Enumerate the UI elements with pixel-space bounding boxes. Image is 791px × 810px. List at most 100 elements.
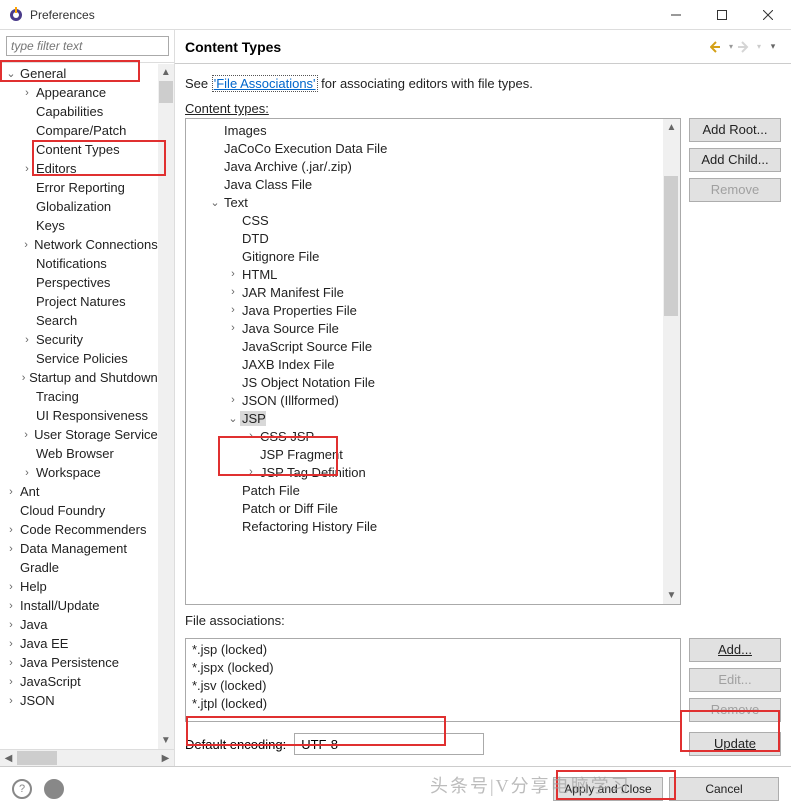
content-type-item[interactable]: Refactoring History File [186, 517, 663, 535]
content-types-tree[interactable]: ImagesJaCoCo Execution Data FileJava Arc… [186, 119, 663, 604]
sidebar-vscrollbar[interactable]: ▲ ▼ [158, 64, 174, 749]
tree-twisty-icon[interactable]: › [4, 581, 18, 593]
tree-twisty-icon[interactable]: › [20, 239, 32, 251]
tree-twisty-icon[interactable]: ⌄ [226, 412, 240, 425]
scroll-down-icon[interactable]: ▼ [663, 587, 680, 604]
content-type-item[interactable]: ›HTML [186, 265, 663, 283]
sidebar-item[interactable]: Error Reporting [0, 178, 158, 197]
tree-twisty-icon[interactable]: › [226, 286, 240, 298]
tree-twisty-icon[interactable]: › [20, 334, 34, 346]
sidebar-item[interactable]: ›Security [0, 330, 158, 349]
content-type-item[interactable]: CSS [186, 211, 663, 229]
scroll-up-icon[interactable]: ▲ [158, 64, 174, 81]
tree-twisty-icon[interactable]: ⌄ [208, 196, 222, 209]
tree-twisty-icon[interactable]: › [226, 268, 240, 280]
tree-twisty-icon[interactable]: › [20, 429, 32, 441]
content-type-item[interactable]: JAXB Index File [186, 355, 663, 373]
sidebar-item[interactable]: ›User Storage Service [0, 425, 158, 444]
tree-twisty-icon[interactable]: › [244, 466, 258, 478]
content-type-item[interactable]: Images [186, 121, 663, 139]
file-association-item[interactable]: *.jsv (locked) [192, 678, 674, 696]
tree-twisty-icon[interactable]: › [4, 695, 18, 707]
sidebar-item[interactable]: Service Policies [0, 349, 158, 368]
sidebar-item[interactable]: ›Network Connections [0, 235, 158, 254]
file-association-item[interactable]: *.jsp (locked) [192, 642, 674, 660]
preferences-tree[interactable]: ⌄General›AppearanceCapabilitiesCompare/P… [0, 64, 158, 749]
remove-content-type-button[interactable]: Remove [689, 178, 781, 202]
content-type-item[interactable]: ›JSON (Illformed) [186, 391, 663, 409]
tree-twisty-icon[interactable]: › [4, 524, 18, 536]
edit-association-button[interactable]: Edit... [689, 668, 781, 692]
tree-twisty-icon[interactable]: › [4, 543, 18, 555]
content-type-item[interactable]: ›JAR Manifest File [186, 283, 663, 301]
sidebar-item[interactable]: ⌄General [0, 64, 158, 83]
filter-input[interactable] [6, 36, 169, 56]
content-type-item[interactable]: Java Archive (.jar/.zip) [186, 157, 663, 175]
sidebar-item[interactable]: Search [0, 311, 158, 330]
content-type-item[interactable]: JavaScript Source File [186, 337, 663, 355]
scroll-right-icon[interactable]: ▶ [157, 750, 174, 766]
sidebar-item[interactable]: ›JSON [0, 691, 158, 710]
content-type-item[interactable]: Java Class File [186, 175, 663, 193]
content-type-item[interactable]: ›JSP Tag Definition [186, 463, 663, 481]
minimize-button[interactable] [653, 0, 699, 30]
sidebar-item[interactable]: ›JavaScript [0, 672, 158, 691]
tree-twisty-icon[interactable]: › [20, 87, 34, 99]
file-associations-list[interactable]: *.jsp (locked)*.jspx (locked)*.jsv (lock… [185, 638, 681, 722]
help-icon[interactable]: ? [12, 779, 32, 799]
sidebar-item[interactable]: Web Browser [0, 444, 158, 463]
content-type-item[interactable]: DTD [186, 229, 663, 247]
content-type-item[interactable]: Patch File [186, 481, 663, 499]
default-encoding-input[interactable] [294, 733, 484, 755]
content-type-item[interactable]: JSP Fragment [186, 445, 663, 463]
tree-twisty-icon[interactable]: › [226, 304, 240, 316]
sidebar-item[interactable]: Keys [0, 216, 158, 235]
nav-forward-icon[interactable] [737, 39, 753, 55]
content-type-item[interactable]: JaCoCo Execution Data File [186, 139, 663, 157]
content-type-item[interactable]: Patch or Diff File [186, 499, 663, 517]
tree-twisty-icon[interactable]: › [20, 467, 34, 479]
sidebar-item[interactable]: ›Java EE [0, 634, 158, 653]
sidebar-item[interactable]: ›Java Persistence [0, 653, 158, 672]
sidebar-item[interactable]: ›Ant [0, 482, 158, 501]
add-root-button[interactable]: Add Root... [689, 118, 781, 142]
sidebar-item[interactable]: Capabilities [0, 102, 158, 121]
scroll-down-icon[interactable]: ▼ [158, 732, 174, 749]
cancel-button[interactable]: Cancel [669, 777, 779, 801]
tree-twisty-icon[interactable]: › [4, 638, 18, 650]
sidebar-item[interactable]: ›Data Management [0, 539, 158, 558]
nav-menu-icon[interactable]: ▾ [765, 39, 781, 55]
tree-twisty-icon[interactable]: ⌄ [4, 67, 18, 80]
import-export-icon[interactable] [44, 779, 64, 799]
sidebar-item[interactable]: Tracing [0, 387, 158, 406]
sidebar-item[interactable]: ›Editors [0, 159, 158, 178]
update-button[interactable]: Update [689, 732, 781, 756]
sidebar-item[interactable]: UI Responsiveness [0, 406, 158, 425]
content-type-item[interactable]: ⌄JSP [186, 409, 663, 427]
file-association-item[interactable]: *.jtpl (locked) [192, 696, 674, 714]
sidebar-item[interactable]: ›Appearance [0, 83, 158, 102]
file-association-item[interactable]: *.jspx (locked) [192, 660, 674, 678]
tree-twisty-icon[interactable]: › [20, 163, 34, 175]
remove-association-button[interactable]: Remove [689, 698, 781, 722]
sidebar-item[interactable]: Compare/Patch [0, 121, 158, 140]
content-type-item[interactable]: ›Java Properties File [186, 301, 663, 319]
sidebar-item[interactable]: Notifications [0, 254, 158, 273]
nav-forward-menu-icon[interactable]: ▾ [755, 39, 763, 55]
tree-twisty-icon[interactable]: › [4, 600, 18, 612]
sidebar-item[interactable]: ›Install/Update [0, 596, 158, 615]
sidebar-item[interactable]: ›Workspace [0, 463, 158, 482]
sidebar-hscrollbar[interactable]: ◀ ▶ [0, 749, 174, 766]
add-association-button[interactable]: Add... [689, 638, 781, 662]
tree-twisty-icon[interactable]: › [4, 486, 18, 498]
content-type-item[interactable]: Gitignore File [186, 247, 663, 265]
content-type-item[interactable]: ⌄Text [186, 193, 663, 211]
tree-twisty-icon[interactable]: › [4, 619, 18, 631]
sidebar-item[interactable]: ›Java [0, 615, 158, 634]
scroll-left-icon[interactable]: ◀ [0, 750, 17, 766]
nav-back-icon[interactable] [709, 39, 725, 55]
sidebar-item[interactable]: Globalization [0, 197, 158, 216]
ct-vscrollbar[interactable]: ▲ ▼ [663, 119, 680, 604]
tree-twisty-icon[interactable]: › [226, 322, 240, 334]
sidebar-item[interactable]: Gradle [0, 558, 158, 577]
